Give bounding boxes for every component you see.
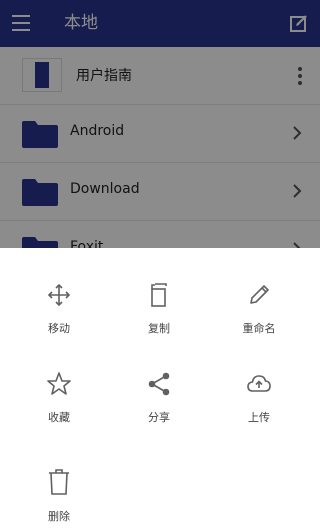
action-label: 复制 bbox=[148, 322, 170, 335]
action-label: 重命名 bbox=[242, 322, 276, 335]
file-actions-sheet: 移动 复制 重命名 收藏 分享 上传 删除 bbox=[0, 248, 320, 528]
move-icon bbox=[47, 283, 71, 307]
delete-action[interactable]: 删除 bbox=[9, 468, 109, 524]
action-label: 上传 bbox=[248, 411, 270, 424]
cloud-upload-icon bbox=[247, 375, 271, 392]
action-label: 收藏 bbox=[48, 411, 70, 424]
rename-action[interactable]: 重命名 bbox=[209, 282, 309, 336]
trash-icon bbox=[49, 469, 69, 495]
rename-pencil-icon bbox=[250, 285, 269, 304]
file-browser-screen: 本地 用户指南 Android Download Foxit 移动 复制 重命名… bbox=[0, 0, 320, 528]
share-icon bbox=[148, 372, 170, 396]
modal-scrim[interactable] bbox=[0, 0, 320, 248]
action-label: 移动 bbox=[48, 322, 70, 335]
copy-icon bbox=[151, 283, 167, 307]
upload-action[interactable]: 上传 bbox=[209, 371, 309, 425]
favorite-action[interactable]: 收藏 bbox=[9, 371, 109, 425]
star-icon bbox=[47, 372, 71, 395]
copy-action[interactable]: 复制 bbox=[109, 282, 209, 336]
action-label: 删除 bbox=[48, 510, 70, 523]
share-action[interactable]: 分享 bbox=[109, 371, 209, 425]
move-action[interactable]: 移动 bbox=[9, 282, 109, 336]
action-label: 分享 bbox=[148, 411, 170, 424]
